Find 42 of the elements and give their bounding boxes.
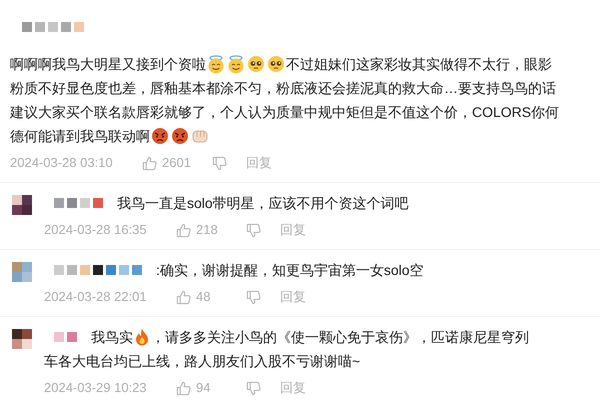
- comment-text: 建议大家买个联名款唇彩就够了，个人认为质量中规中矩但是不值这个价，COLORS你何: [10, 103, 560, 122]
- blurred-username: [54, 332, 77, 342]
- like-button[interactable]: 94: [176, 378, 246, 398]
- comment-time: 2024-03-28 16:35: [44, 221, 148, 240]
- comment-text: :确实，谢谢提醒，知更鸟宇宙第一女solo空: [156, 261, 424, 280]
- like-button[interactable]: 218: [176, 220, 246, 240]
- like-button[interactable]: 48: [176, 287, 246, 307]
- pleading-face-emoji-icon: [247, 55, 265, 73]
- thumbs-up-icon[interactable]: [176, 222, 191, 238]
- comment-time: 2024-03-28 22:01: [44, 288, 148, 306]
- comment-text: 我鸟一直是solo带明星，应该不用个资这个词吧: [117, 194, 409, 213]
- angry-face-emoji-icon: [151, 127, 169, 145]
- reply-button[interactable]: 回复: [280, 287, 306, 307]
- reply-button[interactable]: 回复: [246, 153, 272, 173]
- thumbs-up-icon[interactable]: [176, 290, 191, 304]
- comment-text: 德何能请到我鸟联动啊: [10, 127, 150, 146]
- halo-smile-emoji-icon: [227, 54, 245, 74]
- thumbs-down-icon[interactable]: [246, 222, 261, 238]
- comment-time: 2024-03-29 10:23: [44, 379, 148, 398]
- comment-text: 不过姐妹们这家彩妆其实做得不太行，眼影: [286, 55, 552, 74]
- blurred-username: [54, 198, 103, 208]
- blurred-username: [22, 22, 84, 32]
- fire-emoji-icon: [134, 328, 150, 346]
- thumbs-down-icon[interactable]: [212, 156, 227, 170]
- avatar-placeholder[interactable]: [12, 195, 32, 215]
- reply-button[interactable]: 回复: [280, 378, 306, 398]
- angry-face-emoji-icon: [171, 127, 189, 145]
- pleading-face-emoji-icon: [267, 55, 285, 73]
- avatar-placeholder[interactable]: [12, 329, 32, 349]
- comment-text: 车各大电台均已上线，路人朋友们入股不亏谢谢喵~: [44, 352, 360, 371]
- reply-button[interactable]: 回复: [280, 220, 306, 240]
- comment-time: 2024-03-28 03:10: [10, 154, 114, 172]
- thumbs-down-icon[interactable]: [246, 290, 261, 304]
- halo-smile-emoji-icon: [207, 54, 225, 74]
- comment-text: 啊啊啊我鸟大明星又接到个资啦: [10, 55, 206, 74]
- thumbs-up-icon[interactable]: [142, 156, 157, 170]
- comment-text: 我鸟实: [91, 328, 133, 347]
- like-button[interactable]: 2601: [142, 153, 212, 173]
- comment-text: 粉质不好显色度也差，唇釉基本都涂不匀，粉底液还会搓泥真的救大命…要支持鸟鸟的话: [10, 79, 556, 98]
- comment-text: ，请多多关注小鸟的《使一颗心免于哀伤》，匹诺康尼星穹列: [151, 328, 529, 347]
- thumbs-up-icon[interactable]: [176, 380, 191, 396]
- thumbs-down-icon[interactable]: [246, 380, 261, 396]
